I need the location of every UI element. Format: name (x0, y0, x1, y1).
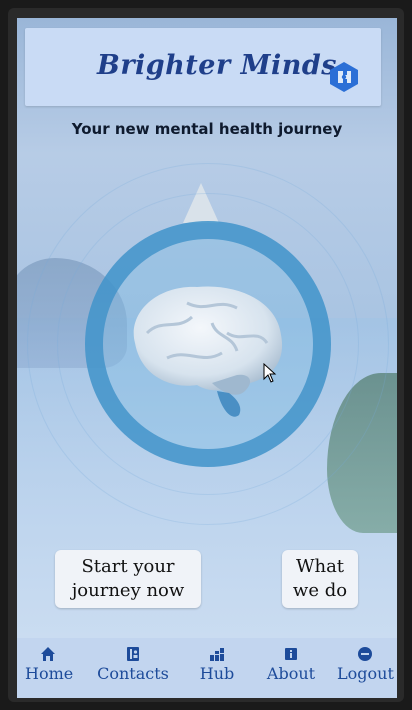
brain-icon (133, 286, 283, 417)
nav-label-logout: Logout (337, 664, 394, 683)
start-journey-button[interactable]: Start your journey now (55, 550, 201, 608)
nav-item-contacts[interactable]: Contacts (95, 646, 171, 683)
app-header: Brighter Minds (25, 28, 381, 106)
logout-icon (358, 647, 372, 661)
nav-item-about[interactable]: About (263, 646, 319, 683)
nav-item-home[interactable]: Home (25, 646, 74, 683)
app-title: Brighter Minds (97, 50, 337, 81)
nav-label-hub: Hub (199, 664, 235, 683)
mouse-cursor-icon (263, 363, 277, 383)
hub-icon (210, 648, 224, 661)
home-icon (41, 647, 55, 661)
nav-item-logout[interactable]: Logout (337, 646, 394, 683)
app-screen: Brighter Minds Your new mental health jo… (17, 18, 397, 698)
info-icon (285, 648, 297, 660)
puzzle-head-icon[interactable] (328, 61, 360, 93)
nav-label-home: Home (25, 664, 74, 683)
nav-label-about: About (266, 664, 316, 683)
page-subtitle: Your new mental health journey (71, 120, 343, 138)
contacts-icon (127, 647, 139, 661)
nav-label-contacts: Contacts (97, 664, 169, 683)
bottom-nav: Home Contacts Hub About Logout (17, 638, 397, 698)
what-we-do-button[interactable]: What we do (282, 550, 358, 608)
nav-item-hub[interactable]: Hub (197, 646, 237, 683)
